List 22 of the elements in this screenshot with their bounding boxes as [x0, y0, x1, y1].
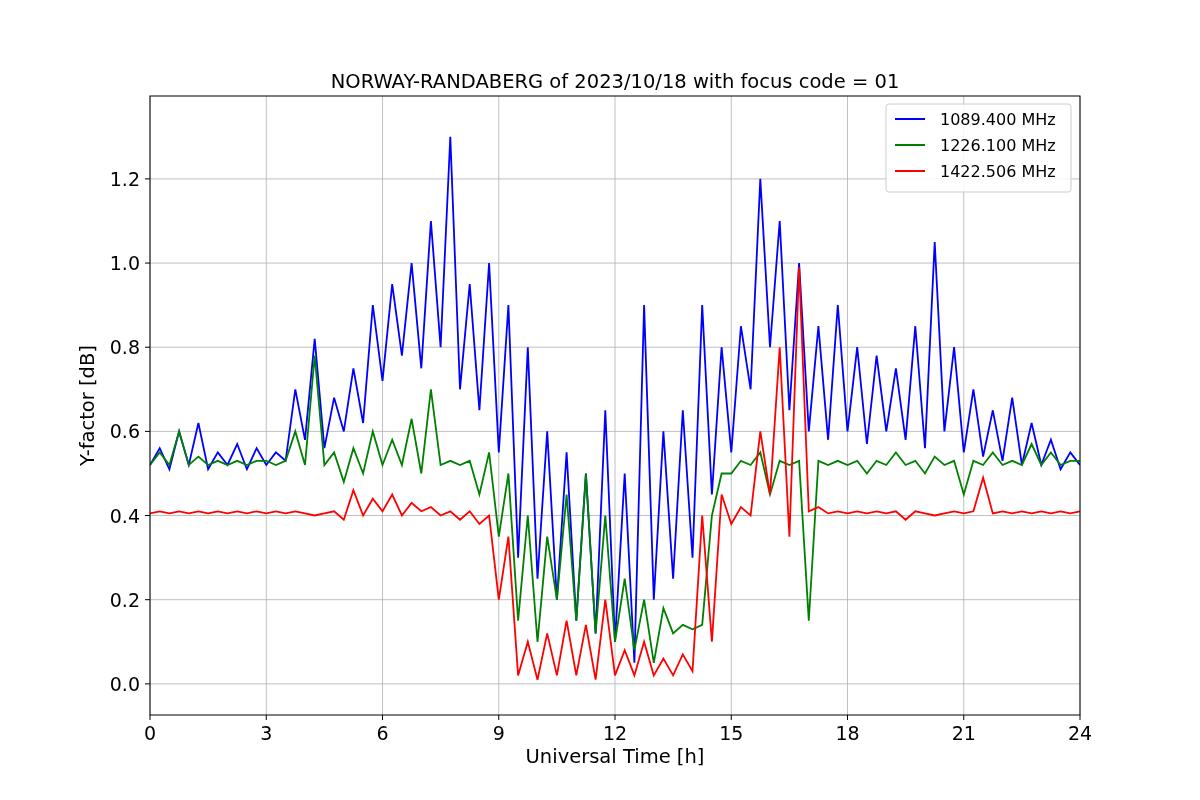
tick-label: 0.2 — [109, 588, 140, 611]
tick-label: 1.0 — [109, 252, 140, 275]
tick-label: 9 — [492, 722, 505, 744]
tick-label: 0.4 — [109, 504, 140, 527]
legend-label: 1089.400 MHz — [940, 110, 1056, 129]
tick-label: 0.8 — [109, 336, 140, 359]
tick-label: 6 — [376, 722, 389, 744]
legend-label: 1422.506 MHz — [940, 162, 1056, 181]
tick-label: 24 — [1067, 722, 1093, 744]
tick-label: 0.0 — [109, 672, 140, 695]
tick-label: 21 — [951, 722, 976, 744]
chart-title: NORWAY-RANDABERG of 2023/10/18 with focus code = 01 — [330, 70, 900, 93]
tick-label: 0.6 — [109, 420, 140, 443]
x-axis-label: Universal Time [h] — [525, 745, 705, 768]
tick-label: 15 — [719, 722, 744, 744]
tick-label: 0 — [143, 722, 157, 744]
y-axis-label: Y-factor [dB] — [76, 345, 99, 466]
tick-label: 12 — [602, 722, 628, 744]
tick-label: 18 — [835, 722, 860, 744]
tick-label: 1.2 — [109, 167, 140, 190]
legend-label: 1226.100 MHz — [940, 136, 1056, 155]
tick-label: 3 — [260, 722, 273, 744]
